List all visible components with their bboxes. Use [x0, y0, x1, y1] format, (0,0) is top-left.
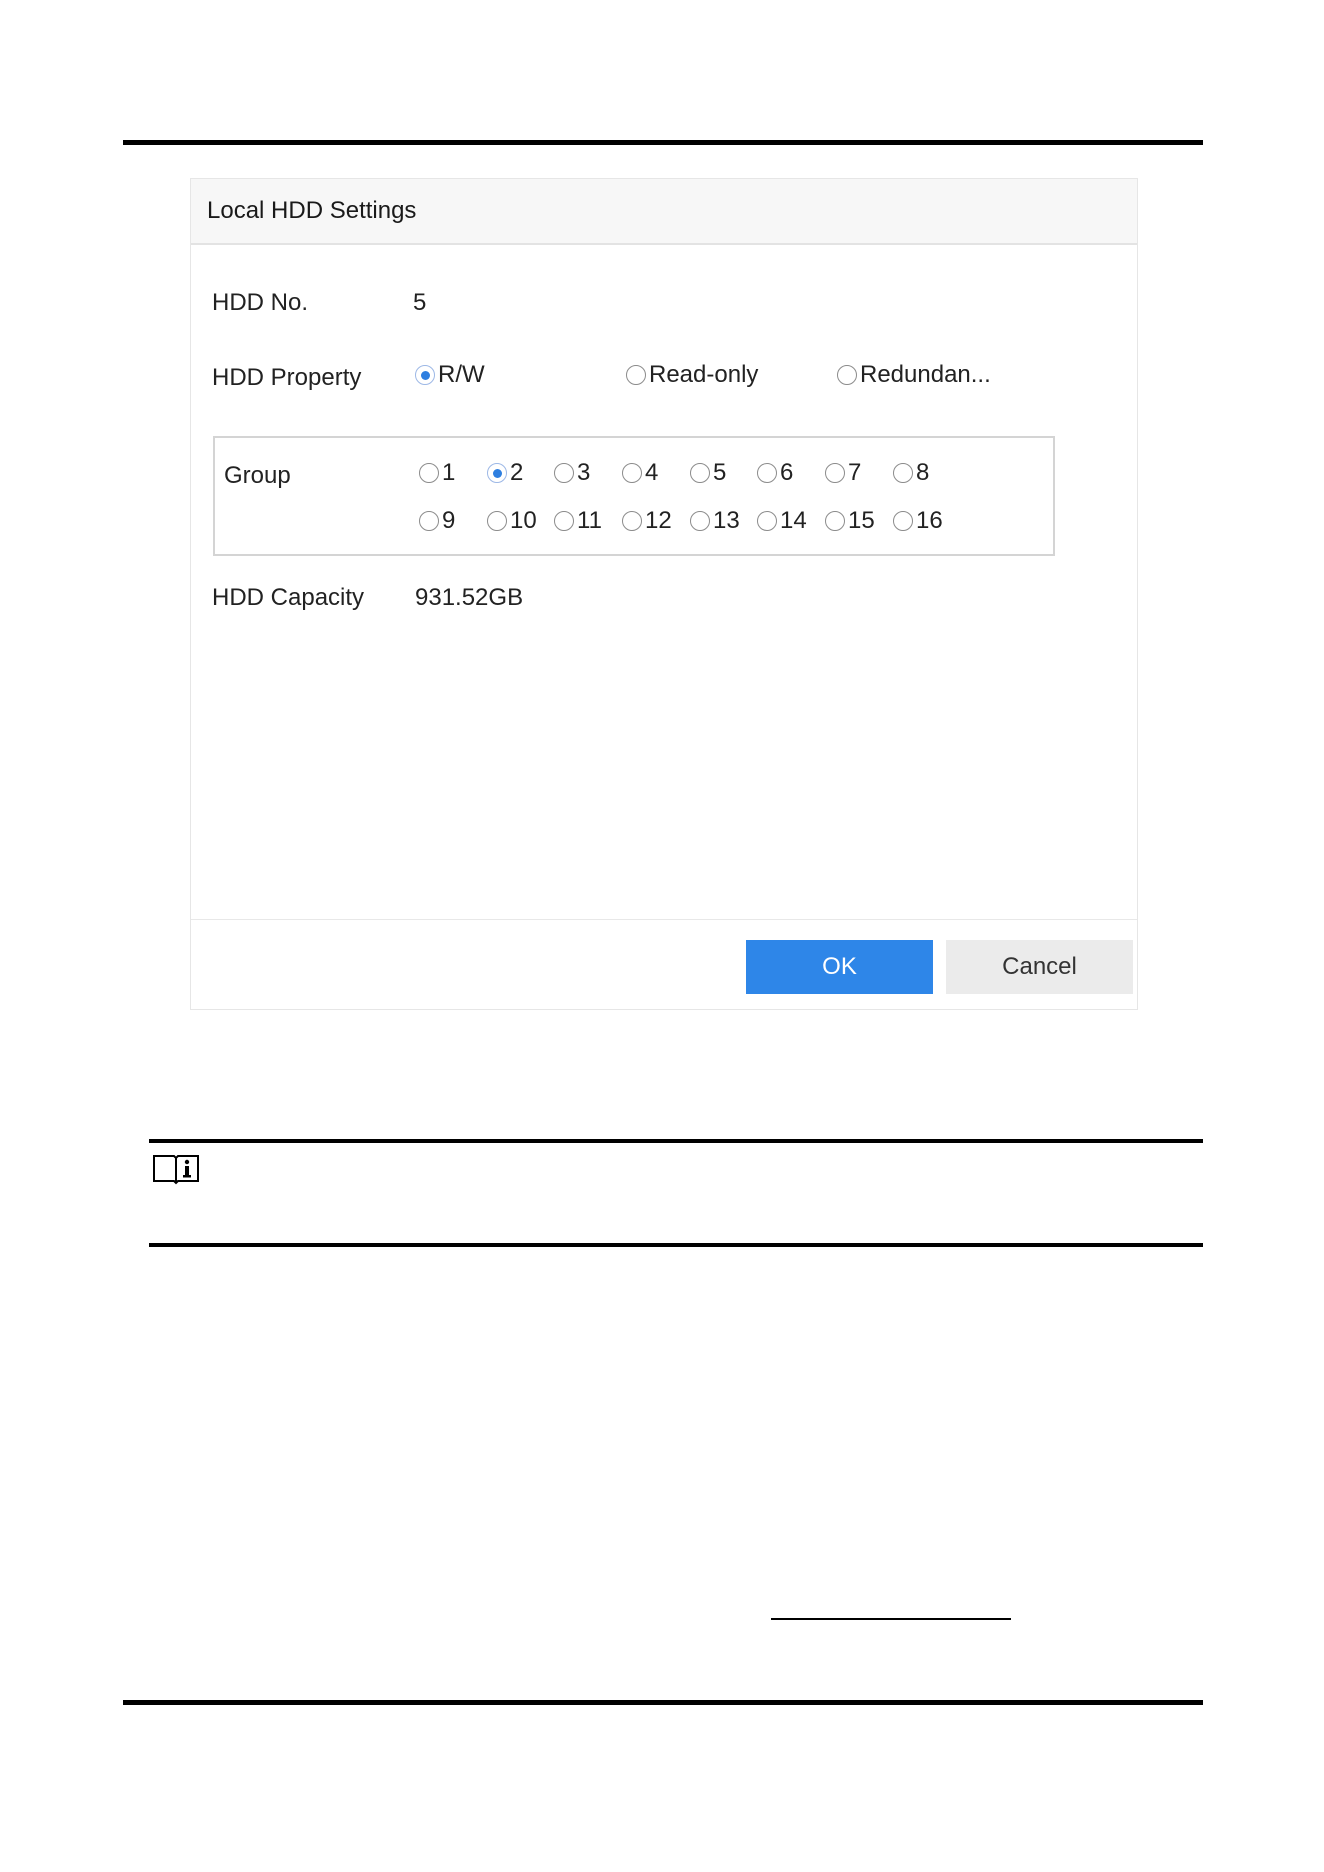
- radio-label: 2: [510, 459, 524, 486]
- radio-label: 9: [442, 507, 456, 534]
- radio-circle: [554, 463, 574, 483]
- group-radio-13[interactable]: 13: [690, 509, 740, 533]
- radio-circle: [626, 365, 646, 385]
- footer-rule: [123, 1700, 1203, 1705]
- link-underline: [771, 1618, 1011, 1620]
- radio-circle: [757, 511, 777, 531]
- radio-label: 1: [442, 459, 456, 486]
- group-radio-15[interactable]: 15: [825, 509, 875, 533]
- group-label: Group: [224, 462, 291, 489]
- radio-label: 16: [916, 507, 943, 534]
- note-bottom-rule: [149, 1243, 1203, 1247]
- hdd-no-value: 5: [413, 289, 427, 316]
- dialog-header: Local HDD Settings: [191, 179, 1137, 245]
- note-top-rule: [149, 1139, 1203, 1143]
- cancel-button[interactable]: Cancel: [946, 940, 1133, 994]
- radio-label: 11: [577, 507, 602, 534]
- radio-label: Read-only: [649, 361, 759, 388]
- hdd-property-radio-read-only[interactable]: Read-only: [626, 363, 758, 387]
- radio-label: Redundan...: [860, 361, 991, 388]
- group-box: Group: [213, 436, 1055, 556]
- radio-label: 6: [780, 459, 794, 486]
- radio-label: 13: [713, 507, 740, 534]
- radio-label: 3: [577, 459, 591, 486]
- hdd-property-radio-redundant[interactable]: Redundan...: [837, 363, 991, 387]
- group-radio-1[interactable]: 1: [419, 461, 455, 485]
- radio-circle: [419, 463, 439, 483]
- radio-label: 7: [848, 459, 862, 486]
- hdd-property-label: HDD Property: [212, 364, 362, 391]
- radio-label: R/W: [438, 361, 485, 388]
- group-radio-3[interactable]: 3: [554, 461, 590, 485]
- group-radio-9[interactable]: 9: [419, 509, 455, 533]
- radio-circle: [825, 511, 845, 531]
- header-rule: [123, 140, 1203, 145]
- group-radio-5[interactable]: 5: [690, 461, 726, 485]
- radio-circle: [893, 511, 913, 531]
- radio-circle: [837, 365, 857, 385]
- radio-circle: [690, 511, 710, 531]
- group-radio-7[interactable]: 7: [825, 461, 861, 485]
- radio-label: 14: [780, 507, 807, 534]
- ok-button[interactable]: OK: [746, 940, 933, 994]
- radio-circle: [415, 365, 435, 385]
- hdd-capacity-value: 931.52GB: [415, 584, 524, 611]
- hdd-no-label: HDD No.: [212, 289, 309, 316]
- group-radio-10[interactable]: 10: [487, 509, 537, 533]
- dialog-footer-divider: [191, 919, 1137, 920]
- group-radio-14[interactable]: 14: [757, 509, 807, 533]
- radio-label: 15: [848, 507, 875, 534]
- hdd-capacity-label: HDD Capacity: [212, 584, 365, 611]
- group-radio-12[interactable]: 12: [622, 509, 672, 533]
- radio-circle: [757, 463, 777, 483]
- dialog-title: Local HDD Settings: [207, 197, 417, 224]
- radio-circle: [487, 463, 507, 483]
- radio-circle: [825, 463, 845, 483]
- group-radio-16[interactable]: 16: [893, 509, 943, 533]
- group-radio-2[interactable]: 2: [487, 461, 523, 485]
- radio-circle: [893, 463, 913, 483]
- group-radio-8[interactable]: 8: [893, 461, 929, 485]
- radio-circle: [419, 511, 439, 531]
- note-book-icon: [153, 1155, 199, 1185]
- radio-label: 8: [916, 459, 930, 486]
- radio-circle: [622, 463, 642, 483]
- local-hdd-settings-dialog: Local HDD Settings HDD No. 5 HDD Propert…: [190, 178, 1138, 1010]
- radio-label: 12: [645, 507, 672, 534]
- radio-circle: [622, 511, 642, 531]
- radio-label: 10: [510, 507, 537, 534]
- group-radio-6[interactable]: 6: [757, 461, 793, 485]
- radio-circle: [690, 463, 710, 483]
- group-radio-11[interactable]: 11: [554, 509, 602, 533]
- radio-circle: [487, 511, 507, 531]
- radio-circle: [554, 511, 574, 531]
- hdd-property-radio-rw[interactable]: R/W: [415, 363, 485, 387]
- radio-label: 5: [713, 459, 727, 486]
- radio-label: 4: [645, 459, 659, 486]
- group-radio-4[interactable]: 4: [622, 461, 658, 485]
